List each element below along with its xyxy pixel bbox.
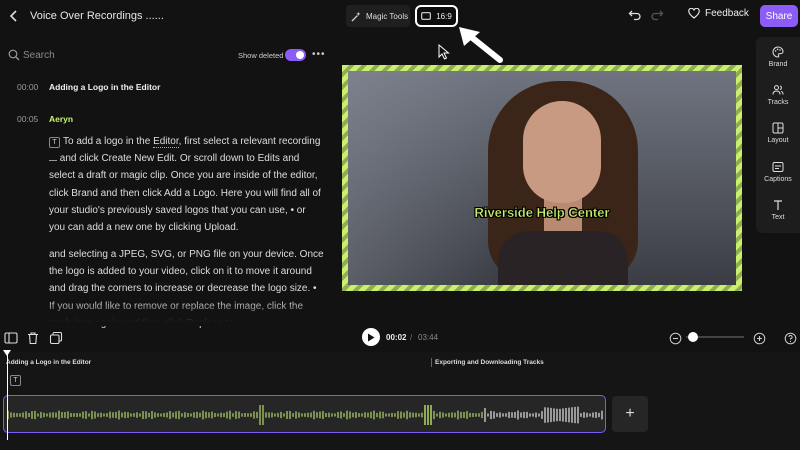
play-icon: [367, 333, 375, 342]
text-badge-icon: T: [49, 137, 60, 148]
split-view-icon[interactable]: [4, 331, 18, 345]
undo-icon[interactable]: [628, 8, 642, 22]
sidebar-item-tracks[interactable]: Tracks: [756, 84, 800, 106]
transcript-text: , first select a relevant recording: [178, 136, 321, 147]
video-frame: [348, 71, 736, 285]
share-button[interactable]: Share: [760, 5, 798, 27]
text-track-icon[interactable]: T: [10, 375, 21, 386]
transcript-fade: [0, 300, 330, 326]
current-time: 00:02: [386, 333, 407, 342]
magic-tools-label: Magic Tools: [366, 11, 409, 21]
section-title: Adding a Logo in the Editor: [49, 82, 161, 92]
search-icon: [8, 49, 20, 61]
timeline-segment-label[interactable]: Exporting and Downloading Tracks: [435, 359, 544, 366]
annotation-arrow-icon: [456, 26, 504, 64]
timestamp[interactable]: 00:05: [17, 114, 38, 124]
transcript-paragraph[interactable]: T To add a logo in the Editor, first sele…: [49, 133, 324, 236]
toggle-knob: [296, 51, 304, 59]
text-icon: [772, 199, 784, 211]
layout-icon: [772, 122, 784, 134]
more-options-icon[interactable]: •••: [312, 49, 326, 60]
redo-icon[interactable]: [650, 8, 664, 22]
sidebar-label: Text: [771, 214, 785, 221]
duplicate-icon[interactable]: [49, 331, 63, 345]
zoom-in-icon[interactable]: [752, 331, 766, 345]
back-chevron-icon[interactable]: [6, 8, 22, 24]
aspect-ratio-label: 16:9: [436, 11, 452, 21]
video-preview[interactable]: Riverside Help Center: [342, 65, 742, 291]
add-track-button[interactable]: +: [612, 396, 648, 432]
background-wall: [348, 71, 498, 285]
transcript-gap: [49, 152, 57, 162]
show-deleted-label: Show deleted: [238, 51, 284, 60]
sidebar-item-layout[interactable]: Layout: [756, 122, 800, 144]
feedback-label: Feedback: [705, 8, 749, 19]
play-button[interactable]: [362, 328, 380, 346]
people-icon: [772, 84, 784, 96]
sidebar-item-captions[interactable]: Captions: [756, 161, 800, 183]
total-duration: 03:44: [418, 333, 439, 342]
transcript-text: To add a logo in the: [63, 136, 154, 147]
time-separator: /: [410, 333, 413, 342]
right-sidebar: Brand Tracks Layout Captions Text: [756, 37, 800, 233]
sidebar-label: Layout: [767, 137, 789, 144]
search-input[interactable]: [23, 48, 173, 62]
audio-waveform: [7, 405, 603, 425]
playhead-handle[interactable]: [3, 350, 11, 356]
trash-icon[interactable]: [26, 331, 40, 345]
show-deleted-toggle[interactable]: [285, 49, 306, 61]
project-title[interactable]: Voice Over Recordings ......: [30, 10, 164, 22]
playhead-line[interactable]: [7, 352, 8, 440]
aspect-ratio-button[interactable]: 16:9: [415, 5, 458, 27]
captions-icon: [772, 161, 784, 173]
sidebar-item-brand[interactable]: Brand: [756, 46, 800, 68]
speaker-body: [498, 231, 628, 285]
timestamp[interactable]: 00:00: [17, 82, 38, 92]
zoom-slider-handle[interactable]: [688, 332, 698, 342]
transcript-word-editor[interactable]: Editor: [153, 136, 179, 148]
sidebar-label: Brand: [768, 61, 788, 68]
magic-tools-button[interactable]: Magic Tools: [346, 5, 410, 27]
transcript-text: and click Create New Edit. Or scroll dow…: [49, 153, 321, 234]
heart-icon: [688, 8, 700, 19]
speaker-face: [523, 101, 601, 203]
video-caption[interactable]: Riverside Help Center: [342, 205, 742, 220]
palette-icon: [772, 46, 784, 58]
speaker-name[interactable]: Aeryn: [49, 114, 73, 124]
zoom-out-icon[interactable]: [668, 331, 682, 345]
sidebar-label: Captions: [764, 176, 792, 183]
timeline-segment-label[interactable]: Adding a Logo in the Editor: [6, 359, 91, 366]
mouse-cursor-icon: [438, 43, 450, 60]
top-bar: Voice Over Recordings ...... Magic Tools…: [0, 0, 800, 32]
magic-wand-icon: [351, 11, 362, 22]
help-icon[interactable]: [783, 331, 797, 345]
aspect-frame-icon: [421, 12, 432, 20]
audio-track[interactable]: [3, 395, 606, 433]
sidebar-label: Tracks: [767, 99, 789, 106]
segment-divider: [431, 358, 432, 367]
sidebar-item-text[interactable]: Text: [756, 199, 800, 221]
feedback-button[interactable]: Feedback: [688, 8, 749, 19]
